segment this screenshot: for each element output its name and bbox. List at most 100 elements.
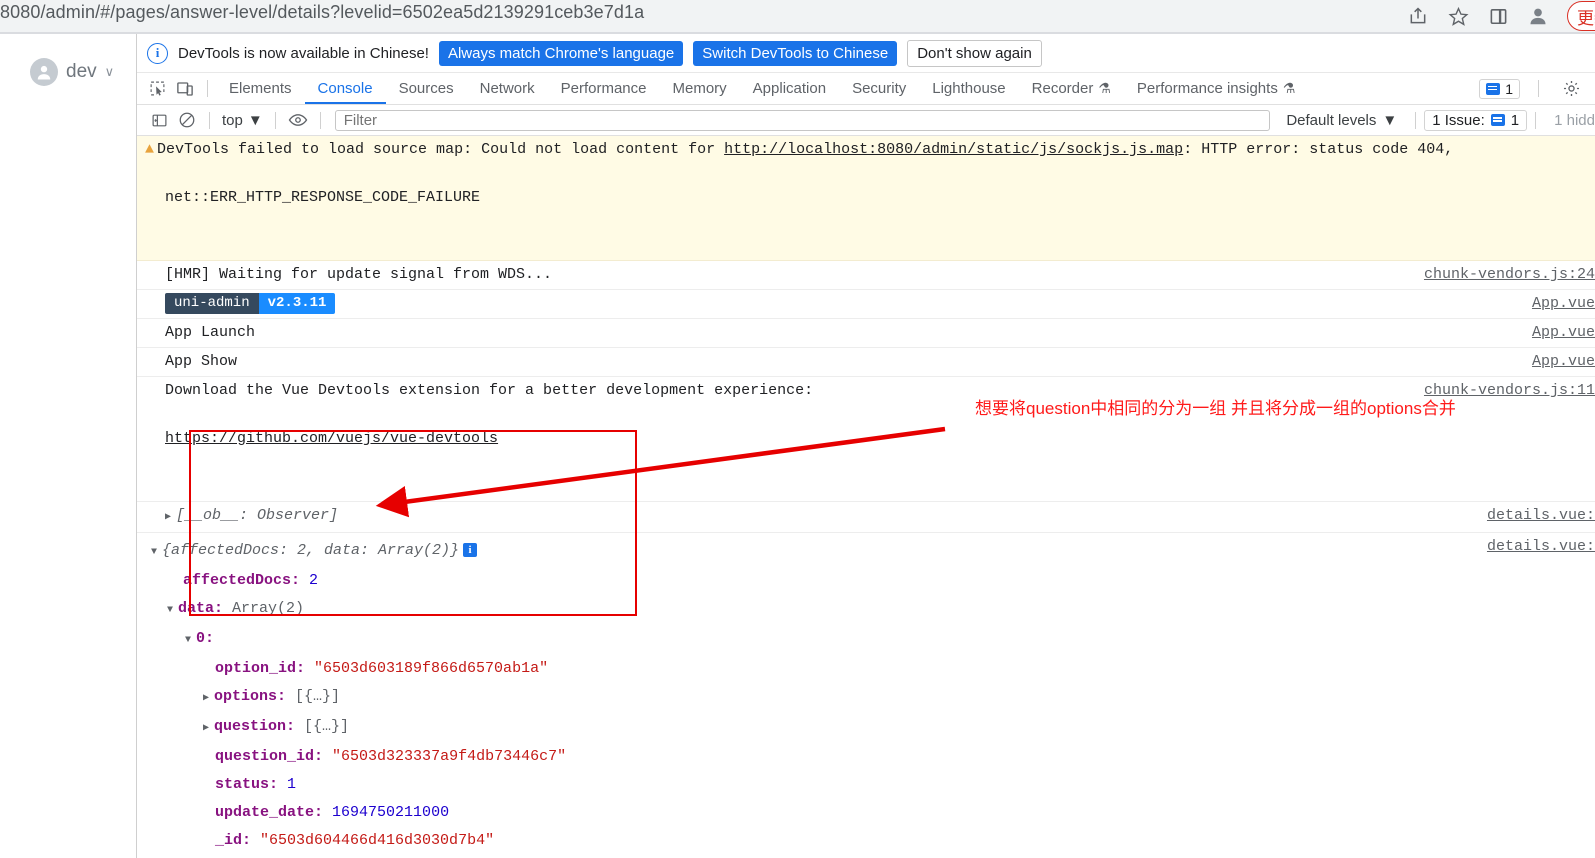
device-toolbar-icon[interactable] [171, 76, 199, 102]
tab-label: Elements [229, 80, 292, 97]
console-log-row: ▶ [__ob__: Observer] details.vue: [137, 502, 1595, 533]
toolbar-divider [274, 111, 276, 129]
chevron-down-icon: ▼ [1382, 111, 1398, 129]
property-value: 2 [309, 572, 319, 589]
tab-sources[interactable]: Sources [386, 73, 467, 104]
property-value: "6503d604466d416d3030d7b4" [260, 832, 495, 849]
tab-security[interactable]: Security [839, 73, 919, 104]
devtools-panel: i DevTools is now available in Chinese! … [136, 34, 1595, 858]
object-preview-header: {affectedDocs: 2, data: Array(2)} [162, 542, 460, 559]
source-link[interactable]: App.vue [1532, 321, 1595, 345]
address-bar-url[interactable]: 8080/admin/#/pages/answer-level/details?… [0, 2, 644, 23]
log-text: App Show [165, 353, 238, 370]
clear-console-icon[interactable] [173, 107, 201, 133]
issues-badge[interactable]: 1 Issue: 1 [1424, 109, 1528, 131]
expand-triangle-icon[interactable]: ▶ [165, 506, 176, 530]
property-key: question: [214, 718, 296, 735]
array-index-label: 0: [196, 630, 215, 647]
log-text: [HMR] Waiting for update signal from WDS… [165, 266, 553, 283]
property-value: 1694750211000 [332, 804, 450, 821]
always-match-language-button[interactable]: Always match Chrome's language [438, 40, 684, 66]
user-name-label: dev [66, 61, 97, 82]
array-index-row: ▼ 0: [137, 625, 1595, 655]
source-link[interactable]: App.vue [1532, 350, 1595, 374]
console-log-row: uni-admin v2.3.11 App.vue [137, 290, 1595, 319]
expand-triangle-icon[interactable]: ▶ [203, 687, 214, 711]
tab-label: Lighthouse [932, 80, 1006, 97]
warning-text-line2: net::ERR_HTTP_RESPONSE_CODE_FAILURE [165, 189, 481, 206]
tab-console[interactable]: Console [305, 73, 386, 104]
issues-label: 1 Issue: [1432, 111, 1485, 129]
message-count-badge[interactable]: 1 [1479, 78, 1520, 99]
object-property-row: option_id: "6503d603189f866d6570ab1a" [137, 655, 1595, 683]
object-property-row: question_id: "6503d323337a9f4db73446c7" [137, 743, 1595, 771]
tab-network[interactable]: Network [467, 73, 548, 104]
property-key: _id: [215, 832, 252, 849]
expand-triangle-icon[interactable]: ▶ [203, 717, 214, 741]
tab-elements[interactable]: Elements [216, 73, 305, 104]
side-panel-icon[interactable] [1487, 5, 1509, 27]
user-menu[interactable]: dev ∨ [30, 58, 114, 86]
gear-icon[interactable] [1557, 76, 1585, 102]
vue-devtools-link-wrap: https://github.com/vuejs/vue-devtools [165, 427, 1595, 451]
info-badge-icon[interactable]: i [463, 543, 478, 558]
observer-text: [__ob__: Observer] [176, 507, 339, 524]
property-value: [{…}] [295, 688, 341, 705]
tab-label: Recorder [1031, 80, 1094, 97]
property-value: "6503d323337a9f4db73446c7" [332, 748, 567, 765]
switch-devtools-chinese-button[interactable]: Switch DevTools to Chinese [693, 40, 898, 66]
star-icon[interactable] [1447, 5, 1469, 27]
tab-performance-insights[interactable]: Performance insights ⚗ [1124, 73, 1308, 104]
source-link[interactable]: App.vue [1532, 292, 1595, 316]
vue-devtools-link[interactable]: https://github.com/vuejs/vue-devtools [165, 430, 498, 447]
share-icon[interactable] [1407, 5, 1429, 27]
console-filter-input[interactable] [334, 109, 1271, 131]
source-link[interactable]: details.vue: [1487, 535, 1595, 559]
tab-recorder[interactable]: Recorder ⚗ [1019, 73, 1124, 104]
tab-label: Performance [560, 80, 647, 97]
toolbar-divider [319, 111, 321, 129]
tab-label: Network [479, 80, 535, 97]
log-level-label: Default levels [1286, 111, 1377, 129]
log-level-selector[interactable]: Default levels ▼ [1276, 112, 1407, 129]
inspect-element-icon[interactable] [143, 76, 171, 102]
property-value: "6503d603189f866d6570ab1a" [314, 660, 549, 677]
console-sidebar-icon[interactable] [145, 107, 173, 133]
message-icon [1486, 82, 1501, 95]
tab-performance[interactable]: Performance [548, 73, 660, 104]
tab-label: Performance insights [1136, 80, 1278, 97]
profile-icon[interactable] [1527, 5, 1549, 27]
collapse-triangle-icon[interactable]: ▼ [151, 541, 162, 565]
tab-application[interactable]: Application [740, 73, 839, 104]
console-log-row: App Show App.vue [137, 348, 1595, 377]
source-link[interactable]: details.vue: [1487, 504, 1595, 528]
screenshot-root: 8080/admin/#/pages/answer-level/details?… [0, 0, 1595, 858]
object-property-row: update_date: 1694750211000 [137, 799, 1595, 827]
dont-show-again-button[interactable]: Don't show again [907, 39, 1042, 67]
browser-toolbar: 8080/admin/#/pages/answer-level/details?… [0, 0, 1595, 32]
tab-memory[interactable]: Memory [660, 73, 740, 104]
devtools-language-banner: i DevTools is now available in Chinese! … [137, 34, 1595, 73]
source-link[interactable]: chunk-vendors.js:24 [1424, 263, 1595, 287]
actions-divider [1538, 80, 1539, 97]
property-key: data: [178, 600, 224, 617]
warning-text-suffix: : HTTP error: status code 404, [1183, 141, 1454, 158]
collapse-triangle-icon[interactable]: ▼ [185, 629, 196, 653]
update-button[interactable]: 更新 [1567, 1, 1595, 31]
tab-label: Memory [672, 80, 727, 97]
object-property-row: _id: "6503d604466d416d3030d7b4" [137, 827, 1595, 855]
property-key: status: [215, 776, 279, 793]
tab-lighthouse[interactable]: Lighthouse [919, 73, 1018, 104]
chevron-down-icon[interactable]: ∨ [105, 64, 115, 80]
badge-name: uni-admin [165, 292, 259, 314]
live-expression-icon[interactable] [284, 107, 312, 133]
property-key: affectedDocs: [183, 572, 301, 589]
sourcemap-link[interactable]: http://localhost:8080/admin/static/js/so… [724, 141, 1183, 158]
execution-context-selector[interactable]: top ▼ [218, 112, 267, 129]
collapse-triangle-icon[interactable]: ▼ [167, 599, 178, 623]
console-message-list[interactable]: ▲ DevTools failed to load source map: Cou… [137, 136, 1595, 858]
property-key: option_id: [215, 660, 306, 677]
console-log-row: App Launch App.vue [137, 319, 1595, 348]
log-text: Download the Vue Devtools extension for … [165, 382, 814, 399]
log-text: App Launch [165, 324, 256, 341]
